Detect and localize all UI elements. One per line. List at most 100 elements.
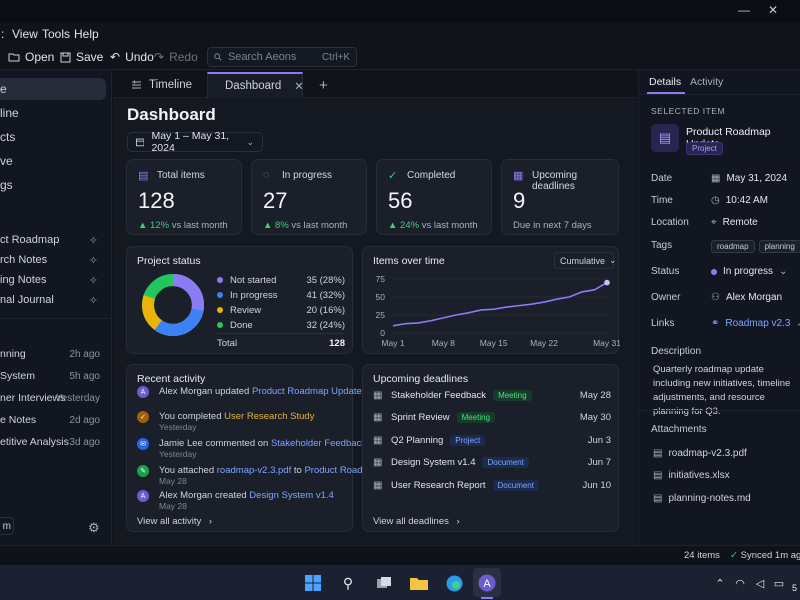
pin-icon[interactable]: ✧ xyxy=(89,254,98,267)
search-box[interactable]: Ctrl+K xyxy=(207,47,357,67)
redo-button[interactable]: ↷ Redo xyxy=(154,50,198,64)
activity-link[interactable]: User Research Study xyxy=(224,411,314,422)
activity-time: Yesterday xyxy=(159,422,197,432)
stat-label: In progress xyxy=(282,170,333,181)
deadline-name: Stakeholder Feedback xyxy=(391,389,487,401)
menu-help[interactable]: Help xyxy=(74,27,99,41)
close-tab-icon[interactable]: ✕ xyxy=(294,79,304,93)
sidebar-item-home[interactable]: e xyxy=(0,78,106,100)
items-line-chart: 0 25 50 75 May 1 May 8 May 15 May 22 May 31 xyxy=(376,274,620,348)
deadline-item[interactable]: ▦ Q2 Planning Project Jun 3 xyxy=(373,432,611,448)
menu-fragment[interactable]: : xyxy=(1,27,4,41)
deadline-item[interactable]: ▦ Sprint Review Meeting May 30 xyxy=(373,410,611,426)
document-icon: ▤ xyxy=(651,124,679,152)
activity-icon: ✓ xyxy=(137,411,149,423)
pin-icon[interactable]: ✧ xyxy=(89,274,98,287)
active-app-indicator xyxy=(481,597,493,599)
x-tick-label: May 22 xyxy=(530,338,558,348)
page-title: Dashboard xyxy=(127,105,216,124)
volume-icon[interactable]: ◁ xyxy=(750,573,770,593)
deadline-date: May 28 xyxy=(579,389,611,401)
task-view-icon[interactable] xyxy=(374,573,394,593)
pinned-item[interactable]: nal Journal ✧ xyxy=(0,290,106,310)
search-icon[interactable]: ⚲ xyxy=(338,573,358,593)
file-explorer-icon[interactable] xyxy=(409,573,429,593)
wifi-icon[interactable]: ◠ xyxy=(730,573,750,593)
tab-details[interactable]: Details xyxy=(649,76,681,88)
sidebar-user-button[interactable]: m xyxy=(0,517,14,535)
tab-timeline[interactable]: Timeline xyxy=(121,72,202,98)
pinned-item[interactable]: ct Roadmap ✧ xyxy=(0,230,106,250)
menu-view[interactable]: View xyxy=(12,27,38,41)
tab-label: Dashboard xyxy=(225,80,282,92)
search-input[interactable] xyxy=(227,51,316,63)
recent-item[interactable]: e Notes 2d ago xyxy=(0,410,106,430)
tag[interactable]: planning xyxy=(758,240,800,253)
pin-icon[interactable]: ✧ xyxy=(89,234,98,247)
sidebar-item-label: ve xyxy=(0,154,13,168)
recent-item[interactable]: ner Interviews Yesterday xyxy=(0,388,106,408)
date-range-picker[interactable]: May 1 – May 31, 2024 ⌄ xyxy=(127,130,263,154)
chevron-down-icon: ⌄ xyxy=(779,266,788,277)
recent-label: System xyxy=(0,370,36,382)
pinned-item[interactable]: ing Notes ✧ xyxy=(0,270,106,290)
open-label: Open xyxy=(25,50,55,64)
tab-dashboard[interactable]: Dashboard ✕ xyxy=(207,72,304,98)
data-point[interactable] xyxy=(604,279,610,286)
sidebar-item-projects[interactable]: cts xyxy=(0,126,106,148)
add-tab-button[interactable]: + xyxy=(309,72,338,98)
attachment-item[interactable]: ▤ planning-notes.md xyxy=(653,493,751,504)
activity-link[interactable]: Design System v1.4 xyxy=(249,490,333,501)
sidebar-item-label: line xyxy=(0,106,19,120)
attachment-item[interactable]: ▤ initiatives.xlsx xyxy=(653,470,730,481)
attachment-item[interactable]: ▤ roadmap-v2.3.pdf xyxy=(653,448,747,459)
activity-link[interactable]: roadmap-v2.3.pdf xyxy=(217,465,291,476)
stat-card-total: ▤ Total items 128 ▲ 12% vs last month xyxy=(126,159,242,235)
stat-label: Upcoming deadlines xyxy=(532,170,578,192)
deadline-name: User Research Report xyxy=(391,479,486,491)
stat-value: 56 xyxy=(388,188,413,213)
sidebar-item-settings[interactable]: gs xyxy=(0,174,106,196)
recent-item[interactable]: System 5h ago xyxy=(0,366,106,386)
close-window-button[interactable]: ✕ xyxy=(768,3,778,17)
recent-time: 2h ago xyxy=(69,348,100,360)
recent-item[interactable]: etitive Analysis 3d ago xyxy=(0,432,106,452)
gear-icon[interactable]: ⚙ xyxy=(88,520,100,536)
sidebar-item-timeline[interactable]: line xyxy=(0,102,106,124)
sidebar-item-label: cts xyxy=(0,130,16,144)
windows-start-icon[interactable] xyxy=(303,573,323,593)
roadmap-link[interactable]: ⚭Roadmap v2.3↗ xyxy=(711,318,800,329)
recent-label: nning xyxy=(0,348,26,360)
minimize-button[interactable]: — xyxy=(738,3,750,17)
location-value: ⌖ Remote xyxy=(711,217,758,228)
activity-link[interactable]: Stakeholder Feedback xyxy=(271,438,366,449)
undo-button[interactable]: ↶ Undo xyxy=(110,50,154,64)
pin-icon[interactable]: ✧ xyxy=(89,294,98,307)
recent-time: 5h ago xyxy=(69,370,100,382)
sidebar-item-archive[interactable]: ve xyxy=(0,150,106,172)
recent-item[interactable]: nning 2h ago xyxy=(0,344,106,364)
edge-browser-icon[interactable] xyxy=(444,573,464,593)
tag[interactable]: roadmap xyxy=(711,240,755,253)
activity-icon: A xyxy=(137,386,149,398)
deadline-item[interactable]: ▦ User Research Report Document Jun 10 xyxy=(373,477,611,493)
activity-link[interactable]: Product Roadmap Update xyxy=(252,386,362,397)
activity-time: May 28 xyxy=(159,501,187,511)
view-all-deadlines-link[interactable]: View all deadlines › xyxy=(373,516,460,527)
deadline-date: May 30 xyxy=(579,412,611,423)
battery-icon[interactable]: ▭ xyxy=(769,573,789,593)
stat-value: 128 xyxy=(138,188,175,213)
status-dropdown[interactable]: In progress ⌄ xyxy=(711,266,787,277)
menu-tools[interactable]: Tools xyxy=(42,27,70,41)
save-button[interactable]: Save xyxy=(60,50,103,64)
pinned-item[interactable]: rch Notes ✧ xyxy=(0,250,106,270)
deadline-item[interactable]: ▦ Design System v1.4 Document Jun 7 xyxy=(373,455,611,471)
external-link-icon: ↗ xyxy=(796,318,800,329)
aeons-app-icon[interactable]: A xyxy=(477,573,497,593)
total-label: Total xyxy=(217,337,238,349)
deadline-item[interactable]: ▦ Stakeholder Feedback Meeting May 28 xyxy=(373,387,611,403)
chevron-up-icon[interactable]: ⌃ xyxy=(710,573,730,593)
view-all-activity-link[interactable]: View all activity › xyxy=(137,516,212,527)
tab-activity[interactable]: Activity xyxy=(690,76,723,88)
open-button[interactable]: Open xyxy=(8,50,54,64)
